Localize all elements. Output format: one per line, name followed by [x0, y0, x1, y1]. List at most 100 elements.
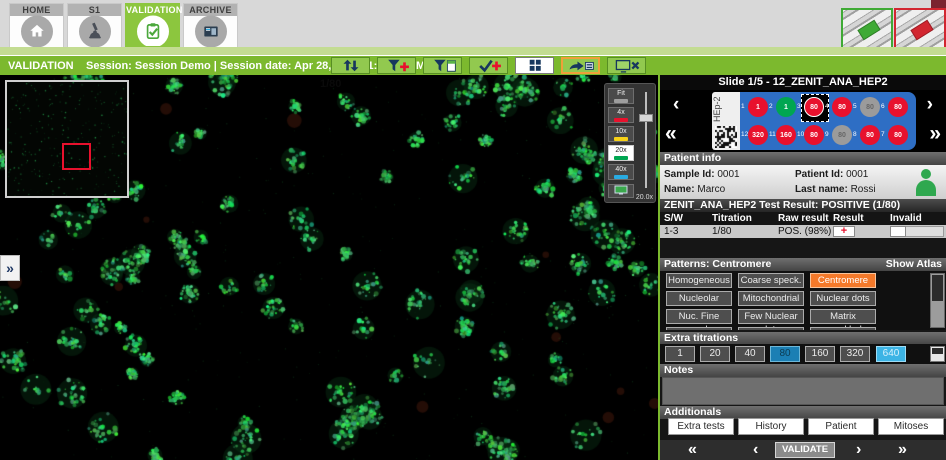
pattern-few-nuclear-dots-button[interactable]: Few Nuclear dots	[738, 309, 804, 324]
application-window: HOME S1 VALIDATION ARCHIVE	[0, 0, 946, 460]
validate-button[interactable]: VALIDATE	[775, 442, 835, 458]
titration-160-button[interactable]: 160	[805, 346, 835, 362]
patient-button[interactable]: Patient	[808, 418, 874, 435]
history-button[interactable]: History	[738, 418, 804, 435]
well-10[interactable]: 1080	[804, 125, 824, 145]
zoom-4x-button[interactable]: 4x	[608, 107, 634, 123]
pattern-centromere-button[interactable]: Centromere	[810, 273, 876, 288]
zoom-40x-button[interactable]: 40x	[608, 164, 634, 180]
extra-tests-button[interactable]: Extra tests	[668, 418, 734, 435]
grid-view-button[interactable]	[515, 57, 554, 74]
test-result-header: ZENIT_ANA_HEP2 Test Result: POSITIVE (1/…	[660, 199, 946, 212]
pattern-button-partial[interactable]	[738, 327, 804, 330]
pattern-button-partial[interactable]	[666, 327, 732, 330]
tab-archive-label: ARCHIVE	[184, 4, 237, 16]
well-2[interactable]: 21	[776, 97, 796, 117]
tab-validation[interactable]: VALIDATION	[125, 3, 180, 47]
check-add-button[interactable]	[469, 57, 508, 74]
patient-info-header: Patient info	[660, 152, 946, 165]
tab-archive[interactable]: ARCHIVE	[183, 3, 238, 47]
pattern-nuclear-dots-button[interactable]: Nuclear dots	[810, 291, 876, 306]
patient-lastname-value: Rossi	[851, 184, 876, 195]
well-11[interactable]: 11160	[776, 125, 796, 145]
zoom-20x-button[interactable]: 20x	[608, 145, 634, 161]
objective-green-icon	[614, 156, 628, 160]
next-well-button[interactable]: ›	[927, 94, 933, 116]
screen-close-button[interactable]	[607, 57, 646, 74]
objective-yellow-icon	[614, 137, 628, 141]
keyboard-accept-shortcut[interactable]	[841, 8, 893, 50]
patient-person-icon[interactable]	[914, 169, 938, 196]
pattern-mitochondrial-button[interactable]: Mitochondrial	[738, 291, 804, 306]
prev-well-button[interactable]: ‹	[673, 94, 679, 116]
pattern-nucleolar-button[interactable]: Nucleolar	[666, 291, 732, 306]
overview-thumbnail[interactable]	[5, 80, 129, 198]
well-1[interactable]: 11	[748, 97, 768, 117]
titration-20-button[interactable]: 20	[700, 346, 730, 362]
well-6[interactable]: 680	[888, 97, 908, 117]
zoom-10x-button[interactable]: 10x	[608, 126, 634, 142]
mitoses-button[interactable]: Mitoses	[878, 418, 944, 435]
image-viewer: 1/80 » Fit 4x 10x 20x 40x 20.0x	[0, 75, 658, 460]
pattern-matrix-speckled-button[interactable]: Matrix speckled	[810, 309, 876, 324]
titration-80-button[interactable]: 80	[770, 346, 800, 362]
result-table-header: S/W Titration Raw result Result Invalid	[660, 212, 946, 225]
result-table-row[interactable]: 1-3 1/80 POS. (98%) +	[660, 225, 946, 238]
zoom-control-panel: Fit 4x 10x 20x 40x 20.0x	[604, 83, 656, 203]
zoom-slider-track[interactable]	[645, 92, 647, 188]
next-button[interactable]: ›	[856, 440, 861, 460]
first-button[interactable]: «	[688, 440, 697, 460]
zoom-slider-handle[interactable]	[639, 114, 653, 122]
titration-1-button[interactable]: 1	[665, 346, 695, 362]
tab-s1[interactable]: S1	[67, 3, 122, 47]
session-toolbar	[331, 57, 646, 74]
zoom-fit-button[interactable]: Fit	[608, 88, 634, 104]
patterns-grid: Homogeneous Coarse speck. Centromere Nuc…	[660, 271, 946, 330]
check-add-icon	[473, 58, 505, 73]
pattern-nuc-fine-speck-button[interactable]: Nuc. Fine speck.	[666, 309, 732, 324]
last-button[interactable]: »	[898, 440, 907, 460]
raw-result-value: POS. (98%)	[778, 225, 831, 238]
titration-640-button[interactable]: 640	[876, 346, 906, 362]
next-slide-button[interactable]: »	[929, 122, 941, 146]
home-icon	[27, 22, 47, 42]
slide-navigator: ‹ « › » HEp-2 11 21 380 480 580 680 1232…	[660, 90, 946, 152]
well-12[interactable]: 12320	[748, 125, 768, 145]
roi-rectangle[interactable]	[62, 143, 91, 170]
invalid-checkbox[interactable]	[890, 226, 906, 237]
red-key-icon	[910, 20, 933, 41]
titration-40-button[interactable]: 40	[735, 346, 765, 362]
previous-button[interactable]: ‹	[753, 440, 758, 460]
live-view-button[interactable]	[608, 184, 634, 198]
pattern-coarse-speck-button[interactable]: Coarse speck.	[738, 273, 804, 288]
filter-add-button[interactable]	[377, 57, 416, 74]
well-7[interactable]: 780	[888, 125, 908, 145]
well-8[interactable]: 880	[860, 125, 880, 145]
sort-arrows-icon	[335, 58, 367, 73]
tab-home[interactable]: HOME	[9, 3, 64, 47]
notes-textarea[interactable]	[662, 377, 944, 405]
well-3-selected[interactable]: 380	[804, 97, 824, 117]
patterns-scrollbar[interactable]	[930, 273, 945, 328]
filter-report-icon	[427, 58, 459, 73]
panel-expander-button[interactable]: »	[0, 255, 20, 281]
tab-bar: HOME S1 VALIDATION ARCHIVE	[0, 0, 946, 47]
pattern-button-partial[interactable]	[810, 327, 876, 330]
prev-slide-button[interactable]: «	[665, 122, 677, 146]
send-to-archive-button[interactable]	[561, 57, 600, 74]
grid-view-icon	[519, 58, 551, 73]
titrations-scrollbar[interactable]	[930, 346, 945, 362]
monitor-icon	[614, 185, 628, 195]
show-atlas-button[interactable]: Show Atlas	[886, 258, 942, 271]
well-9[interactable]: 980	[832, 125, 852, 145]
microscope-icon	[85, 22, 105, 42]
well-5[interactable]: 580	[860, 97, 880, 117]
objective-cyan-icon	[614, 175, 628, 179]
pattern-homogeneous-button[interactable]: Homogeneous	[666, 273, 732, 288]
well-4[interactable]: 480	[832, 97, 852, 117]
sort-button[interactable]	[331, 57, 370, 74]
keyboard-reject-shortcut[interactable]	[894, 8, 946, 50]
titration-320-button[interactable]: 320	[840, 346, 870, 362]
extra-titrations-row: 1 20 40 80 160 320 640	[660, 344, 946, 364]
filter-report-button[interactable]	[423, 57, 462, 74]
